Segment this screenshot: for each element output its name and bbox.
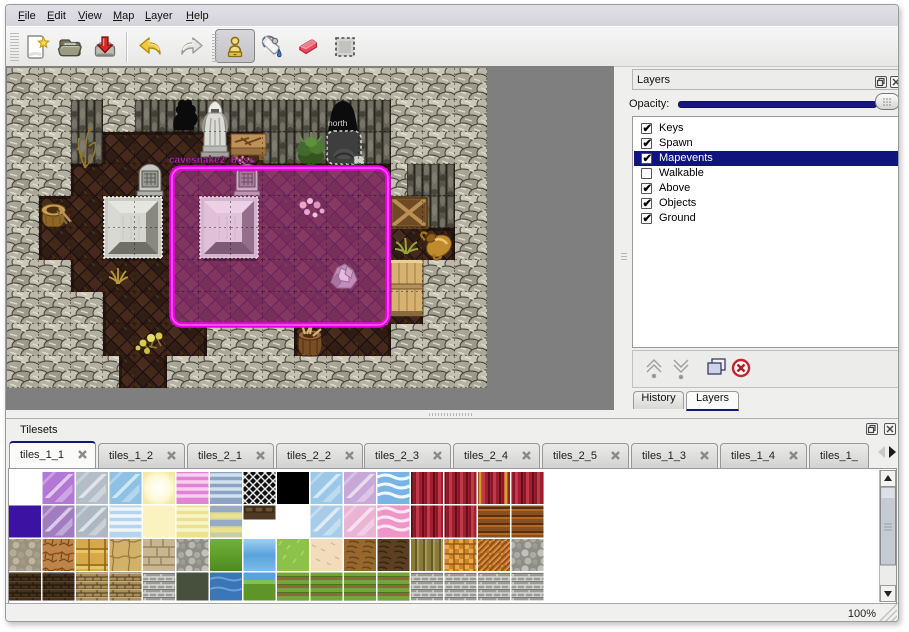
svg-text:cavesnake2_boss: cavesnake2_boss [169, 155, 255, 166]
